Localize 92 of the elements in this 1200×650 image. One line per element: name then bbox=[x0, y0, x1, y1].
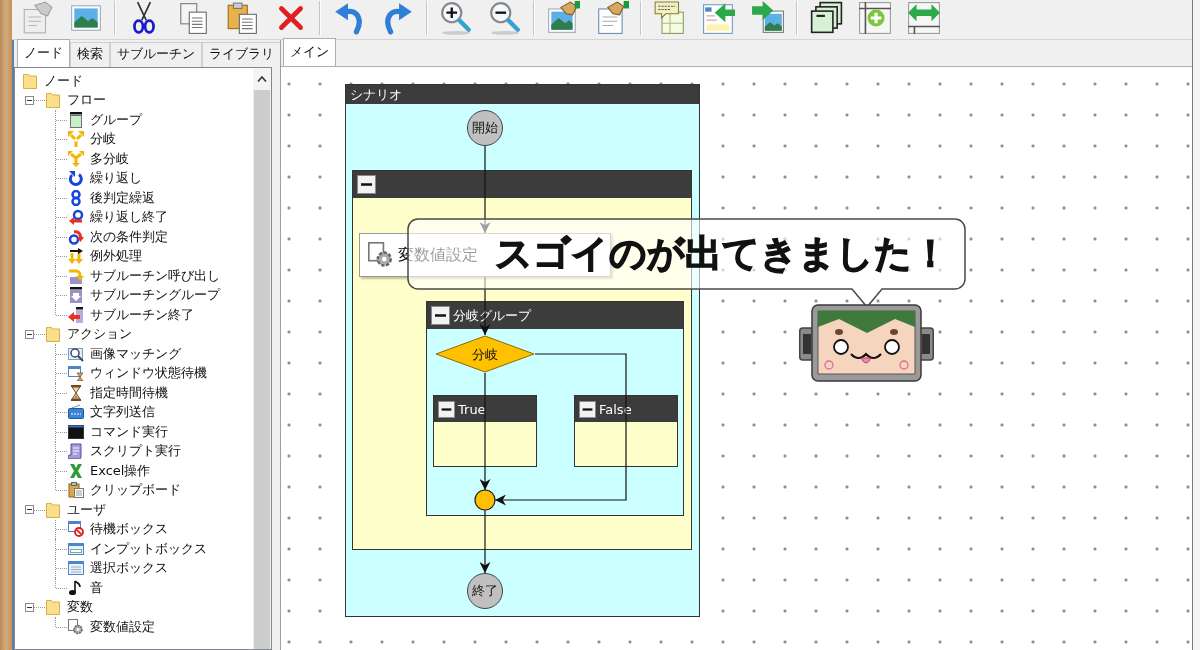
picture-hand-icon[interactable] bbox=[546, 1, 580, 35]
collapse-toggle[interactable] bbox=[357, 175, 376, 194]
document-tab[interactable]: メイン bbox=[283, 38, 336, 66]
return-arrow-icon bbox=[68, 306, 84, 323]
stacked-windows-icon[interactable] bbox=[809, 1, 843, 35]
collapse-toggle[interactable] bbox=[25, 602, 34, 612]
tree-item[interactable]: 文字列送信 bbox=[68, 403, 155, 422]
gear-document-icon bbox=[368, 242, 394, 268]
decision-node: 分岐 bbox=[435, 335, 535, 373]
collapse-toggle[interactable] bbox=[25, 505, 34, 515]
panel-tab[interactable]: 検索 bbox=[70, 42, 110, 67]
folder-icon bbox=[45, 599, 61, 616]
call-arrow-icon bbox=[68, 267, 84, 284]
loop-arrow-icon bbox=[68, 170, 84, 187]
tree-item[interactable]: 変数値設定 bbox=[68, 617, 155, 636]
tree-item[interactable]: コマンド実行 bbox=[68, 422, 168, 441]
tree-item[interactable]: ノード bbox=[22, 71, 83, 90]
console-window-icon bbox=[68, 423, 84, 440]
tree-item[interactable]: 音 bbox=[68, 578, 103, 597]
input-window-icon bbox=[68, 540, 84, 557]
subroutine-box-icon bbox=[68, 287, 84, 304]
double-loop-icon bbox=[68, 189, 84, 206]
tree-item[interactable]: サブルーチン呼び出し bbox=[68, 266, 220, 285]
tree-item[interactable]: 指定時間待機 bbox=[68, 383, 168, 402]
tree-item[interactable]: 繰り返し終了 bbox=[68, 208, 168, 227]
panel-tab[interactable]: ライブラリ bbox=[202, 42, 281, 67]
tree-item[interactable]: グループ bbox=[68, 110, 142, 129]
flow-arrow bbox=[479, 276, 491, 336]
add-plus-icon[interactable] bbox=[858, 1, 892, 35]
tree-item[interactable]: アクション bbox=[45, 325, 132, 344]
panel-tab[interactable]: ノード bbox=[17, 39, 70, 67]
merge-dot-icon bbox=[474, 489, 496, 511]
tree-item[interactable]: ユーザ bbox=[45, 500, 106, 519]
magnifier-image-icon bbox=[68, 345, 84, 362]
hourglass-icon bbox=[68, 384, 84, 401]
tree-item[interactable]: 変数 bbox=[45, 598, 93, 617]
loop-continue-icon bbox=[68, 228, 84, 245]
group-box-icon bbox=[68, 111, 84, 128]
tree-item[interactable]: 分岐 bbox=[68, 130, 116, 149]
tree-item[interactable]: Excel操作 bbox=[68, 461, 151, 480]
tree-item[interactable]: 多分岐 bbox=[68, 149, 129, 168]
flow-arrow bbox=[479, 509, 491, 574]
case-title: False bbox=[599, 401, 632, 417]
folder-icon bbox=[22, 72, 38, 89]
scroll-up-button[interactable] bbox=[253, 68, 271, 90]
zoom-in-icon[interactable] bbox=[439, 1, 473, 35]
exception-arrows-icon bbox=[68, 248, 84, 265]
frame-title-bar: シナリオ bbox=[346, 85, 699, 104]
tree-item[interactable]: サブルーチングループ bbox=[68, 286, 220, 305]
loop-exit-icon bbox=[68, 209, 84, 226]
collapse-toggle[interactable] bbox=[431, 306, 450, 325]
script-scroll-icon bbox=[68, 443, 84, 460]
tree-item[interactable]: クリップボード bbox=[68, 481, 181, 500]
tree-item[interactable]: 例外処理 bbox=[68, 247, 142, 266]
tree-item[interactable]: 画像マッチング bbox=[68, 344, 181, 363]
window-prohibited-icon bbox=[68, 521, 84, 538]
list-window-icon bbox=[68, 560, 84, 577]
branch-arrow-icon bbox=[68, 131, 84, 148]
bubble-text: スゴイのが出てきました！ bbox=[495, 231, 949, 277]
tree-item[interactable]: ウィンドウ状態待機 bbox=[68, 364, 207, 383]
collapse-toggle[interactable] bbox=[579, 400, 596, 418]
case-title: True bbox=[458, 401, 486, 417]
music-note-icon bbox=[68, 579, 84, 596]
arrow-picture-icon[interactable] bbox=[751, 1, 785, 35]
document-hand-icon[interactable] bbox=[595, 1, 629, 35]
tree-item[interactable]: インプットボックス bbox=[68, 539, 207, 558]
window-hourglass-icon bbox=[68, 365, 84, 382]
caret-up-icon bbox=[257, 76, 267, 82]
tree-item[interactable]: 選択ボックス bbox=[68, 559, 168, 578]
folder-icon bbox=[45, 326, 61, 343]
paste-icon[interactable] bbox=[225, 1, 259, 35]
spreadsheet-x-icon bbox=[68, 462, 84, 479]
tree-item[interactable]: スクリプト実行 bbox=[68, 442, 181, 461]
collapse-toggle[interactable] bbox=[25, 95, 34, 105]
tree-item[interactable]: 後判定繰返 bbox=[68, 188, 155, 207]
group-title: 分岐グループ bbox=[453, 306, 531, 325]
note-comment-icon[interactable] bbox=[653, 1, 687, 35]
fork-arrows-icon bbox=[68, 150, 84, 167]
collapse-toggle[interactable] bbox=[25, 329, 34, 339]
tree-item[interactable]: 繰り返し bbox=[68, 169, 142, 188]
zoom-out-icon[interactable] bbox=[488, 1, 522, 35]
panel-tab[interactable]: サブルーチン bbox=[110, 42, 202, 67]
tree-item[interactable]: 次の条件判定 bbox=[68, 227, 168, 246]
folder-icon bbox=[45, 92, 61, 109]
tree-item[interactable]: フロー bbox=[45, 91, 106, 110]
folder-icon bbox=[45, 501, 61, 518]
tree-item[interactable]: サブルーチン終了 bbox=[68, 305, 194, 324]
gear-document-icon bbox=[68, 618, 84, 635]
tree-item[interactable]: 待機ボックス bbox=[68, 520, 168, 539]
collapse-toggle[interactable] bbox=[438, 400, 455, 418]
keyboard-card-icon bbox=[68, 404, 84, 421]
scrollbar-thumb[interactable] bbox=[254, 90, 270, 649]
